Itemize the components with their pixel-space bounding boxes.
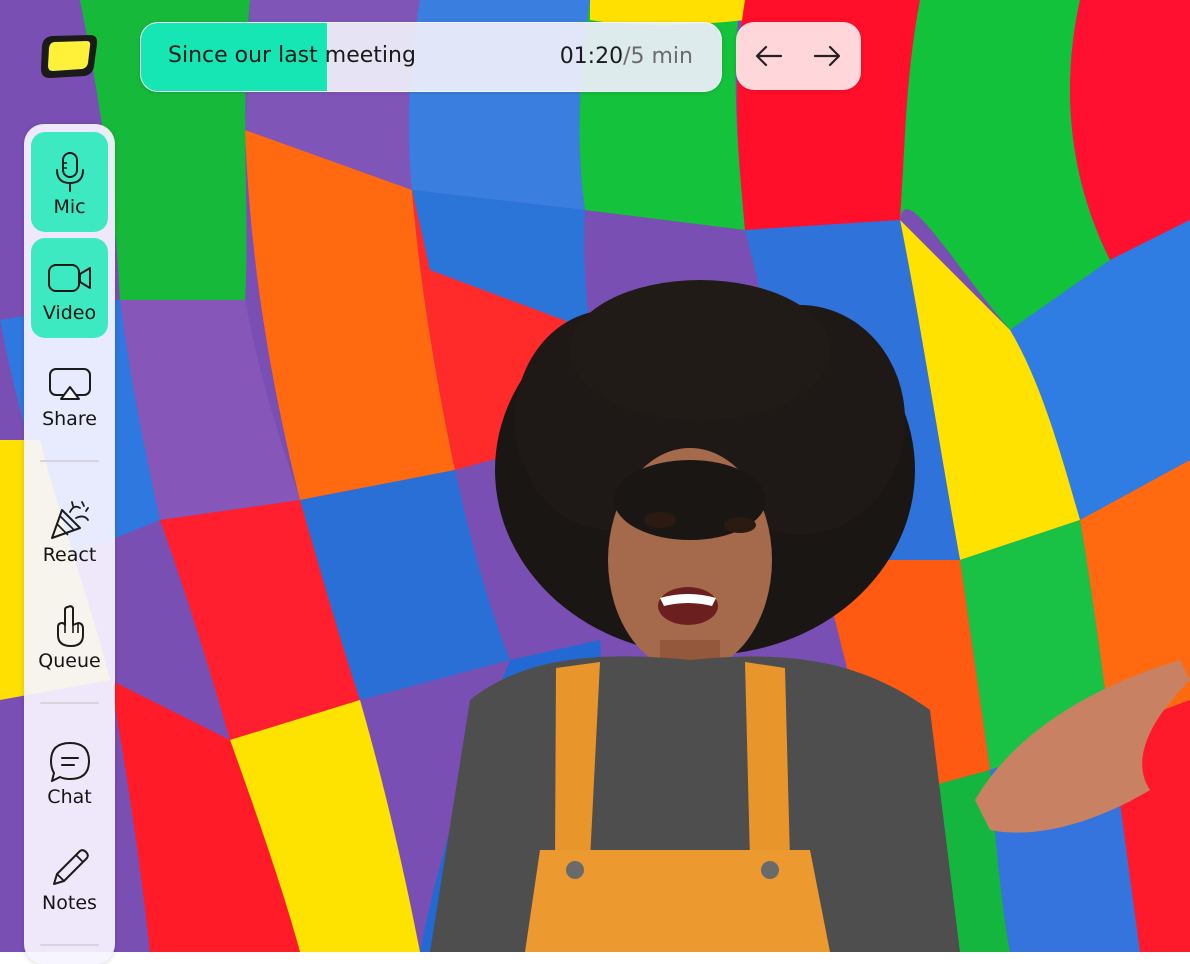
share-label: Share xyxy=(42,408,97,430)
total-duration: 5 min xyxy=(630,44,693,69)
chat-bubble-icon xyxy=(49,742,90,782)
video-feed xyxy=(0,0,1190,952)
chat-label: Chat xyxy=(47,786,92,808)
agenda-item-title: Since our last meeting xyxy=(168,43,416,68)
queue-button[interactable]: Queue xyxy=(31,586,108,686)
mic-label: Mic xyxy=(53,196,86,218)
next-item-button[interactable] xyxy=(802,22,852,90)
queue-label: Queue xyxy=(38,650,101,672)
video-button[interactable]: Video xyxy=(31,238,108,338)
meeting-toolbar: Mic Video Share React Queue Chat Notes xyxy=(24,124,115,964)
elapsed-time: 01:20 xyxy=(559,44,624,69)
party-popper-icon xyxy=(50,501,89,539)
share-button[interactable]: Share xyxy=(31,344,108,444)
toolbar-divider xyxy=(40,460,99,462)
react-button[interactable]: React xyxy=(31,480,108,580)
notes-button[interactable]: Notes xyxy=(31,828,108,928)
react-label: React xyxy=(42,544,97,566)
screen-share-icon xyxy=(48,368,91,400)
toolbar-divider xyxy=(40,944,99,946)
toolbar-divider xyxy=(40,702,99,704)
raised-hand-icon xyxy=(56,605,84,647)
mic-button[interactable]: Mic xyxy=(31,132,108,232)
video-camera-icon xyxy=(47,264,91,292)
arrow-left-icon xyxy=(755,45,783,67)
notes-label: Notes xyxy=(42,892,97,914)
previous-item-button[interactable] xyxy=(744,22,794,90)
chat-button[interactable]: Chat xyxy=(31,722,108,822)
arrow-right-icon xyxy=(813,45,841,67)
agenda-timer: 01:20/5 min xyxy=(560,23,693,91)
app-logo[interactable] xyxy=(38,32,100,80)
agenda-navigation xyxy=(736,22,861,90)
timer-separator: / xyxy=(623,44,631,69)
colorful-wall-background xyxy=(0,0,1190,952)
agenda-timer-bar[interactable]: Since our last meeting 01:20/5 min xyxy=(140,22,722,92)
microphone-icon xyxy=(55,152,84,192)
video-label: Video xyxy=(42,302,97,324)
yellow-hexagon-logo-icon xyxy=(41,35,98,78)
pencil-icon xyxy=(52,849,89,885)
